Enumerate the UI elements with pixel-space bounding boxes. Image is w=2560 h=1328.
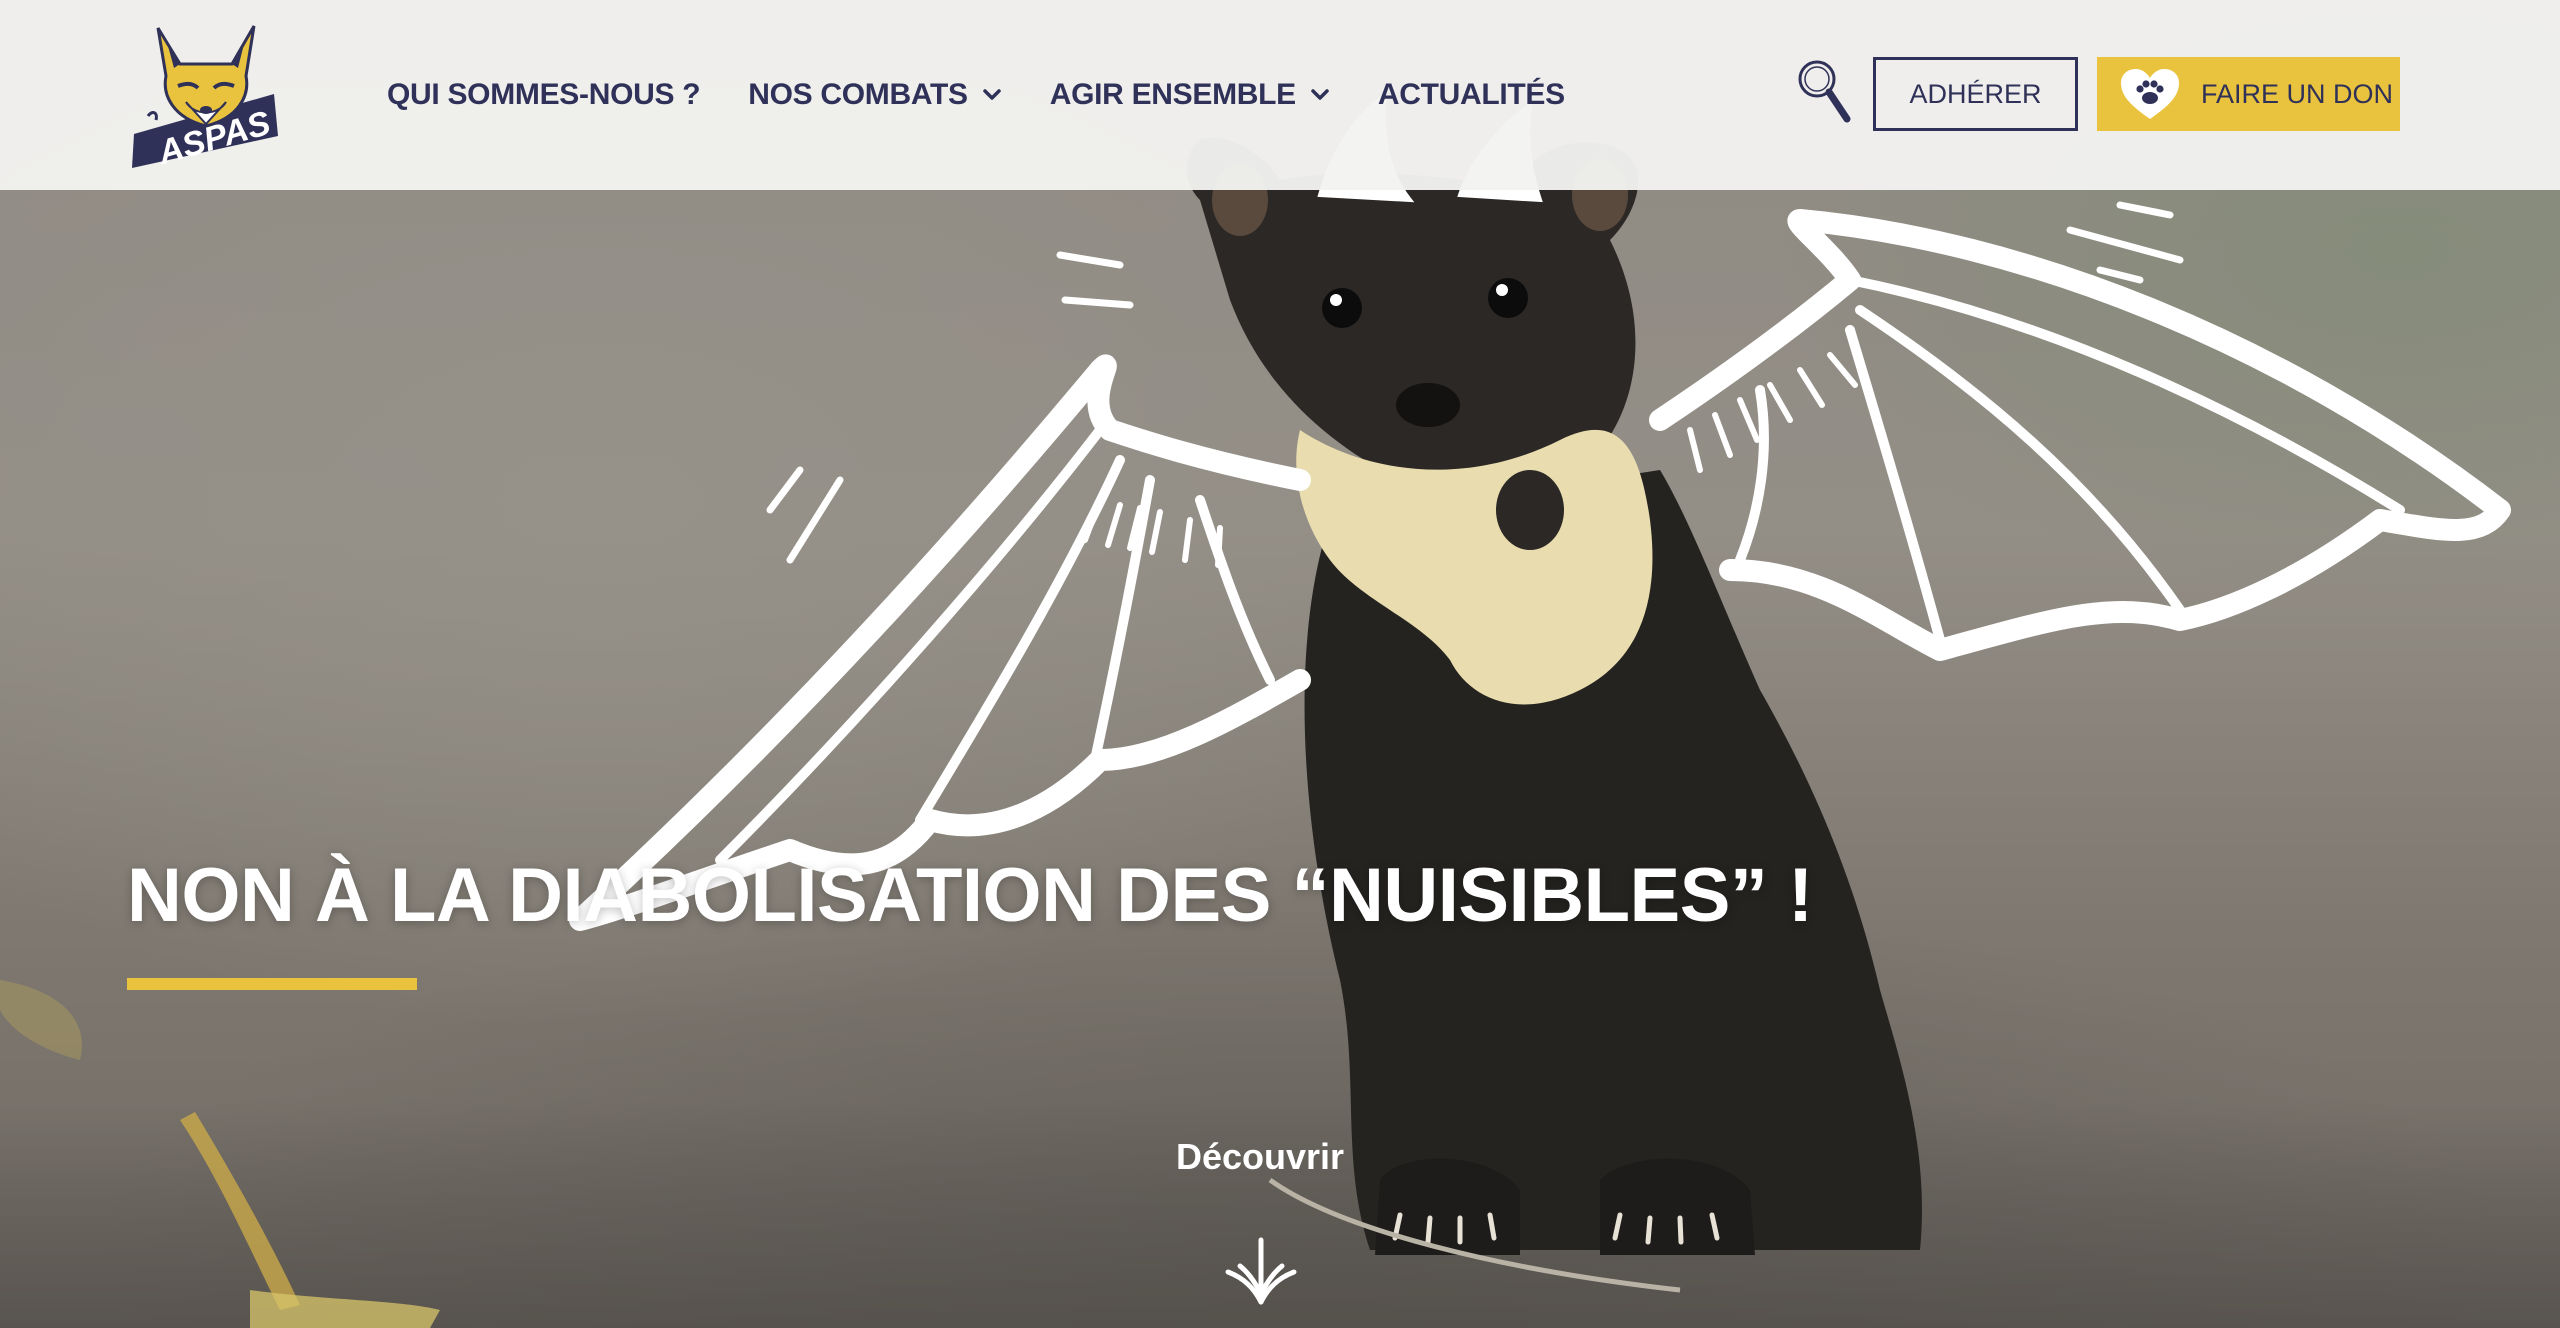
nav-item-actualites[interactable]: ACTUALITÉS xyxy=(1378,78,1565,112)
hero-title: NON À LA DIABOLISATION DES “NUISIBLES” ! xyxy=(127,853,1813,938)
title-underline xyxy=(127,978,417,990)
nav-label: NOS COMBATS xyxy=(748,78,968,111)
hero-marten-illustration xyxy=(0,90,2511,1328)
chevron-down-icon xyxy=(982,89,1001,100)
wing-right xyxy=(1649,201,2511,661)
search-icon[interactable] xyxy=(1793,55,1853,125)
chevron-down-icon xyxy=(1311,89,1329,100)
fox-logo-icon: ASPAS xyxy=(132,25,278,172)
page: ASPAS QUI SOMMES-NOUS ? NOS COMBATS AGIR… xyxy=(0,0,2560,1328)
nav-item-nos-combats[interactable]: NOS COMBATS xyxy=(748,78,1001,112)
wing-left xyxy=(569,251,1311,931)
marten-nose xyxy=(1396,383,1460,427)
nav-label: AGIR ENSEMBLE xyxy=(1049,78,1296,111)
arrow-down-icon[interactable] xyxy=(1216,1232,1306,1312)
discover-link[interactable]: Découvrir xyxy=(1140,1136,1380,1178)
nav-item-agir-ensemble[interactable]: AGIR ENSEMBLE xyxy=(1050,78,1330,112)
heart-paw-icon xyxy=(2121,69,2179,119)
adherer-label: ADHÉRER xyxy=(1909,78,2042,109)
nav-label: ACTUALITÉS xyxy=(1377,78,1565,111)
nav-label: QUI SOMMES-NOUS ? xyxy=(387,78,701,111)
donate-button[interactable]: FAIRE UN DON xyxy=(2097,57,2400,131)
marten-eye-left xyxy=(1322,288,1362,328)
site-header: ASPAS QUI SOMMES-NOUS ? NOS COMBATS AGIR… xyxy=(0,0,2560,190)
adherer-button[interactable]: ADHÉRER xyxy=(1873,57,2078,131)
donate-label: FAIRE UN DON xyxy=(2201,78,2394,109)
nav-item-qui-sommes-nous[interactable]: QUI SOMMES-NOUS ? xyxy=(387,78,701,112)
main-nav: QUI SOMMES-NOUS ? NOS COMBATS AGIR ENSEM… xyxy=(387,0,1565,190)
aspas-logo[interactable]: ASPAS xyxy=(128,16,284,172)
marten-eye-right xyxy=(1488,278,1528,318)
